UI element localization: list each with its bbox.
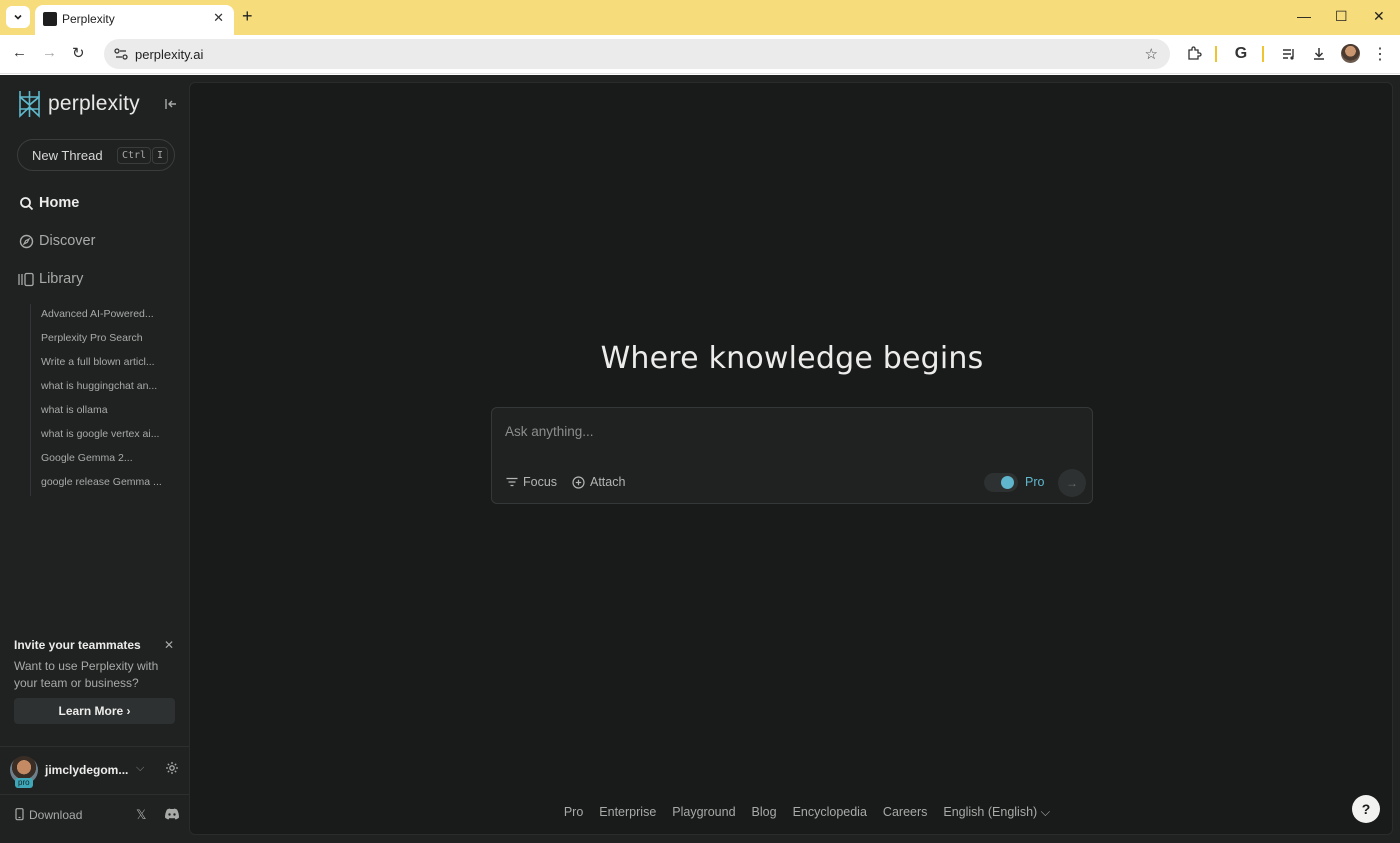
ask-box[interactable]: Ask anything... Focus Attach Pro → — [491, 407, 1093, 504]
pro-toggle[interactable] — [984, 473, 1018, 492]
url-text: perplexity.ai — [135, 47, 204, 62]
thread-item[interactable]: google release Gemma ... — [31, 472, 180, 496]
new-thread-button[interactable]: New Thread Ctrl I — [17, 139, 175, 171]
download-icon[interactable] — [1309, 44, 1329, 64]
browser-toolbar: ← → ↻ perplexity.ai ☆ G ⋮ — [0, 35, 1400, 74]
focus-label: Focus — [523, 475, 558, 489]
discord-icon[interactable] — [164, 808, 180, 820]
library-thread-list: Advanced AI-Powered... Perplexity Pro Se… — [30, 304, 180, 496]
brand-logo[interactable]: perplexity — [17, 90, 140, 118]
invite-body: Want to use Perplexity with your team or… — [14, 659, 159, 690]
perplexity-favicon-icon — [43, 12, 57, 26]
footer-link-encyclopedia[interactable]: Encyclopedia — [793, 805, 867, 820]
maximize-icon[interactable]: ☐ — [1335, 8, 1348, 25]
sidebar-item-library[interactable]: Library — [18, 271, 83, 287]
tab-title: Perplexity — [62, 12, 115, 26]
profile-avatar[interactable] — [1341, 44, 1360, 63]
pro-label[interactable]: Pro — [1025, 475, 1044, 489]
close-window-icon[interactable]: ✕ — [1373, 8, 1385, 25]
x-twitter-icon[interactable]: 𝕏 — [136, 807, 146, 823]
page-title: Where knowledge begins — [600, 341, 984, 376]
toolbar-separator — [1262, 46, 1264, 62]
tab-close-icon[interactable]: ✕ — [213, 10, 224, 26]
site-info-icon[interactable] — [112, 45, 130, 63]
plus-circle-icon — [572, 475, 585, 489]
language-select[interactable]: English (English) ⌵ — [943, 805, 1050, 820]
toggle-knob — [1001, 476, 1014, 489]
google-icon[interactable]: G — [1231, 44, 1251, 64]
user-menu[interactable]: pro jimclydegom... ⌵ — [10, 756, 185, 788]
download-link[interactable]: Download — [29, 808, 82, 822]
browser-tab[interactable]: Perplexity ✕ — [35, 5, 234, 35]
perplexity-logo-icon — [19, 91, 40, 118]
chevron-down-icon: ⌵ — [1040, 805, 1051, 819]
collapse-sidebar-icon[interactable] — [164, 97, 178, 111]
browser-tab-bar: Perplexity ✕ + — ☐ ✕ — [0, 0, 1400, 35]
footer-link-playground[interactable]: Playground — [672, 805, 735, 820]
footer-links: Pro Enterprise Playground Blog Encyclope… — [190, 805, 1394, 820]
attach-button[interactable]: Attach — [572, 475, 625, 489]
footer-link-careers[interactable]: Careers — [883, 805, 927, 820]
footer-link-enterprise[interactable]: Enterprise — [599, 805, 656, 820]
pro-badge: pro — [15, 778, 33, 788]
invite-title: Invite your teammates — [14, 638, 141, 652]
toolbar-separator — [1215, 46, 1217, 62]
search-input[interactable]: Ask anything... — [505, 424, 594, 439]
chevron-down-icon — [14, 14, 22, 20]
footer-link-pro[interactable]: Pro — [564, 805, 583, 820]
sidebar: perplexity New Thread Ctrl I Home Discov… — [0, 75, 189, 843]
media-control-icon[interactable] — [1279, 44, 1299, 64]
shortcut-key-i: I — [152, 147, 169, 164]
sidebar-item-label: Home — [39, 195, 80, 211]
phone-icon — [15, 808, 24, 821]
thread-item[interactable]: Advanced AI-Powered... — [31, 304, 180, 328]
learn-more-button[interactable]: Learn More › — [14, 698, 175, 724]
attach-label: Attach — [590, 475, 626, 489]
thread-item[interactable]: Perplexity Pro Search — [31, 328, 180, 352]
new-thread-label: New Thread — [32, 148, 103, 163]
minimize-icon[interactable]: — — [1297, 8, 1311, 24]
address-bar[interactable]: perplexity.ai ☆ — [104, 39, 1170, 69]
compass-icon — [18, 233, 34, 249]
tab-search-button[interactable] — [6, 6, 30, 28]
menu-kebab-icon[interactable]: ⋮ — [1370, 44, 1390, 64]
sidebar-divider — [0, 794, 189, 795]
sidebar-item-label: Discover — [39, 233, 96, 249]
forward-icon[interactable]: → — [42, 44, 57, 61]
shortcut-key-ctrl: Ctrl — [117, 147, 152, 164]
bookmark-star-icon[interactable]: ☆ — [1145, 45, 1158, 63]
close-icon[interactable]: ✕ — [164, 638, 174, 652]
thread-item[interactable]: Google Gemma 2... — [31, 448, 180, 472]
new-tab-button[interactable]: + — [242, 6, 253, 27]
main-content: Where knowledge begins Ask anything... F… — [189, 82, 1393, 835]
sidebar-divider — [0, 746, 189, 747]
brand-name: perplexity — [48, 92, 140, 115]
focus-button[interactable]: Focus — [506, 475, 557, 489]
help-button[interactable]: ? — [1352, 795, 1380, 823]
library-icon — [18, 271, 34, 287]
sidebar-footer: Download 𝕏 — [14, 807, 184, 823]
footer-link-blog[interactable]: Blog — [752, 805, 777, 820]
arrow-right-icon: → — [1066, 476, 1078, 490]
sidebar-item-label: Library — [39, 271, 84, 287]
extensions-icon[interactable] — [1184, 44, 1204, 64]
thread-item[interactable]: what is google vertex ai... — [31, 424, 180, 448]
invite-teammates-card: Invite your teammates ✕ Want to use Perp… — [14, 638, 176, 724]
gear-icon[interactable] — [165, 761, 179, 775]
thread-item[interactable]: what is ollama — [31, 400, 180, 424]
perplexity-app: perplexity New Thread Ctrl I Home Discov… — [0, 75, 1400, 843]
search-icon — [18, 195, 34, 211]
reload-icon[interactable]: ↻ — [72, 44, 85, 62]
sidebar-item-discover[interactable]: Discover — [18, 233, 95, 249]
filter-icon — [506, 477, 518, 487]
sidebar-item-home[interactable]: Home — [18, 195, 79, 211]
thread-item[interactable]: Write a full blown articl... — [31, 352, 180, 376]
thread-item[interactable]: what is huggingchat an... — [31, 376, 180, 400]
language-label: English (English) — [943, 805, 1038, 819]
back-icon[interactable]: ← — [12, 44, 27, 61]
chevron-down-icon[interactable]: ⌵ — [136, 762, 144, 775]
user-name: jimclydegom... — [45, 763, 129, 777]
submit-button[interactable]: → — [1058, 469, 1086, 497]
